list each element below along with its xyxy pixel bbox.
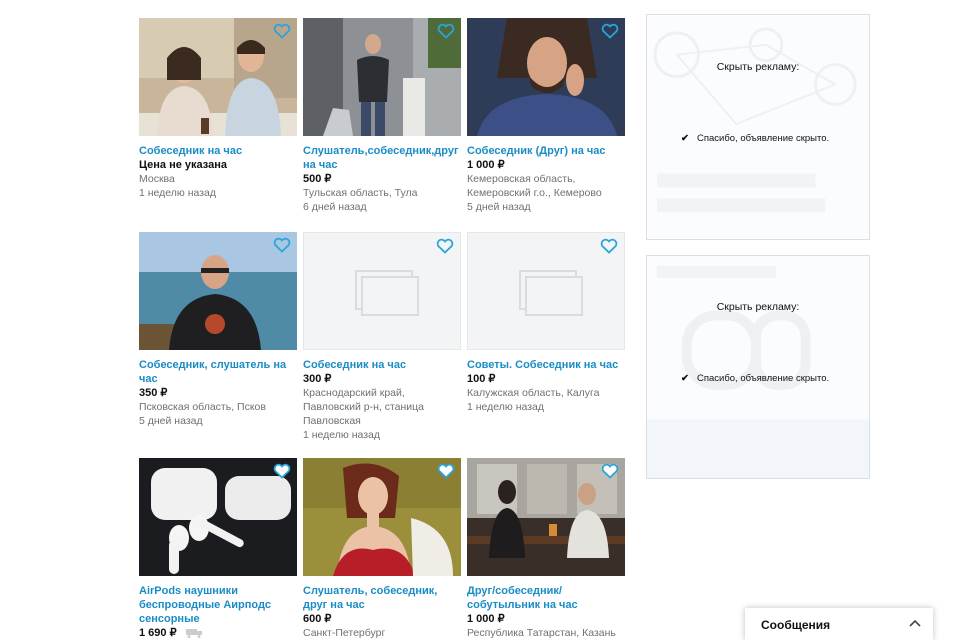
listing-title[interactable]: Слушатель, собеседник, друг на час bbox=[303, 584, 461, 612]
listing-price: 100 ₽ bbox=[467, 373, 496, 385]
listing-photo[interactable] bbox=[303, 232, 461, 350]
listing-title[interactable]: Собеседник, слушатель на час bbox=[139, 358, 297, 386]
listing-card[interactable]: Слушатель,собеседник,друг на час 500 ₽ Т… bbox=[303, 18, 461, 214]
messages-label[interactable]: Сообщения bbox=[761, 618, 830, 632]
ad-block-hidden: Скрыть рекламу: ✔ Спасибо, объявление скр… bbox=[646, 14, 870, 240]
listing-title[interactable]: Собеседник на час bbox=[303, 358, 461, 372]
messages-bar[interactable]: Сообщения bbox=[745, 608, 933, 640]
heart-icon[interactable] bbox=[273, 23, 291, 39]
listing-title[interactable]: AirPods наушники беспроводные Аирподс се… bbox=[139, 584, 297, 626]
listing-location: Москва bbox=[139, 173, 175, 185]
listing-card[interactable]: Слушатель, собеседник, друг на час 600 ₽… bbox=[303, 458, 461, 640]
listing-price-value: 1 690 ₽ bbox=[139, 627, 177, 639]
listing-date: 1 неделю назад bbox=[467, 401, 545, 413]
listing-location: Республика Татарстан, Казань bbox=[467, 627, 616, 639]
listing-price: 1 000 ₽ bbox=[467, 613, 505, 625]
delivery-icon bbox=[185, 629, 202, 639]
listing-price: 600 ₽ bbox=[303, 613, 332, 625]
ad-hidden-message: ✔ Спасибо, объявление скрыто. bbox=[681, 373, 829, 384]
listing-photo[interactable] bbox=[139, 18, 297, 136]
listing-date: 6 дней назад bbox=[303, 201, 367, 213]
listing-photo[interactable] bbox=[303, 458, 461, 576]
listing-photo[interactable] bbox=[303, 18, 461, 136]
ad-background bbox=[647, 265, 869, 478]
listing-price: 1 000 ₽ bbox=[467, 159, 505, 171]
listing-card[interactable]: Собеседник (Друг) на час 1 000 ₽ Кемеров… bbox=[467, 18, 625, 214]
listing-date: 1 неделю назад bbox=[303, 429, 381, 441]
heart-icon[interactable] bbox=[601, 23, 619, 39]
listing-location: Кемеровская область, Кемеровский г.о., К… bbox=[467, 173, 602, 199]
listing-photo[interactable] bbox=[467, 232, 625, 350]
listing-price: Цена не указана bbox=[139, 159, 227, 171]
listing-photo[interactable] bbox=[139, 232, 297, 350]
listing-location: Краснодарский край, Павловский р-н, стан… bbox=[303, 387, 425, 427]
listing-price: 300 ₽ bbox=[303, 373, 332, 385]
chevron-up-icon[interactable] bbox=[909, 619, 921, 627]
hide-ad-label[interactable]: Скрыть рекламу: bbox=[647, 301, 869, 313]
ad-hidden-text: Спасибо, объявление скрыто. bbox=[696, 133, 830, 144]
hide-ad-label[interactable]: Скрыть рекламу: bbox=[647, 61, 869, 73]
ad-block-hidden: Скрыть рекламу: ✔ Спасибо, объявление скр… bbox=[646, 255, 870, 479]
check-icon: ✔ bbox=[681, 373, 689, 384]
listing-photo[interactable] bbox=[467, 18, 625, 136]
listing-card[interactable]: Собеседник на час Цена не указана Москва… bbox=[139, 18, 297, 200]
listing-date: 5 дней назад bbox=[139, 415, 203, 427]
listing-card[interactable]: Собеседник, слушатель на час 350 ₽ Псков… bbox=[139, 232, 297, 428]
check-icon: ✔ bbox=[681, 133, 689, 144]
heart-icon[interactable] bbox=[437, 463, 455, 479]
listing-title[interactable]: Друг/собеседник/ собутыльник на час bbox=[467, 584, 625, 612]
listing-title[interactable]: Собеседник на час bbox=[139, 144, 297, 158]
listing-card[interactable]: Друг/собеседник/ собутыльник на час 1 00… bbox=[467, 458, 625, 640]
listing-photo[interactable] bbox=[467, 458, 625, 576]
ad-background bbox=[653, 27, 857, 213]
heart-icon[interactable] bbox=[601, 463, 619, 479]
listing-title[interactable]: Слушатель,собеседник,друг на час bbox=[303, 144, 461, 172]
ad-hidden-message: ✔ Спасибо, объявление скрыто. bbox=[681, 133, 829, 144]
listing-location: Тульская область, Тула bbox=[303, 187, 418, 199]
listing-location: Псковская область, Псков bbox=[139, 401, 266, 413]
listing-title[interactable]: Советы. Собеседник на час bbox=[467, 358, 625, 372]
listing-price: 500 ₽ bbox=[303, 173, 332, 185]
listing-location: Санкт-Петербург bbox=[303, 627, 386, 639]
listing-card[interactable]: Советы. Собеседник на час 100 ₽ Калужска… bbox=[467, 232, 625, 414]
heart-icon[interactable] bbox=[436, 238, 454, 254]
heart-icon[interactable] bbox=[273, 237, 291, 253]
listing-card[interactable]: AirPods наушники беспроводные Аирподс се… bbox=[139, 458, 297, 640]
heart-icon[interactable] bbox=[437, 23, 455, 39]
listing-date: 1 неделю назад bbox=[139, 187, 217, 199]
listing-price: 350 ₽ bbox=[139, 387, 168, 399]
listing-price: 1 690 ₽ bbox=[139, 626, 297, 640]
heart-icon[interactable] bbox=[600, 238, 618, 254]
heart-icon[interactable] bbox=[273, 463, 291, 479]
listing-photo[interactable] bbox=[139, 458, 297, 576]
ad-hidden-text: Спасибо, объявление скрыто. bbox=[696, 373, 830, 384]
listing-location: Калужская область, Калуга bbox=[467, 387, 600, 399]
listing-card[interactable]: Собеседник на час 300 ₽ Краснодарский кр… bbox=[303, 232, 461, 442]
listing-title[interactable]: Собеседник (Друг) на час bbox=[467, 144, 625, 158]
listing-date: 5 дней назад bbox=[467, 201, 531, 213]
